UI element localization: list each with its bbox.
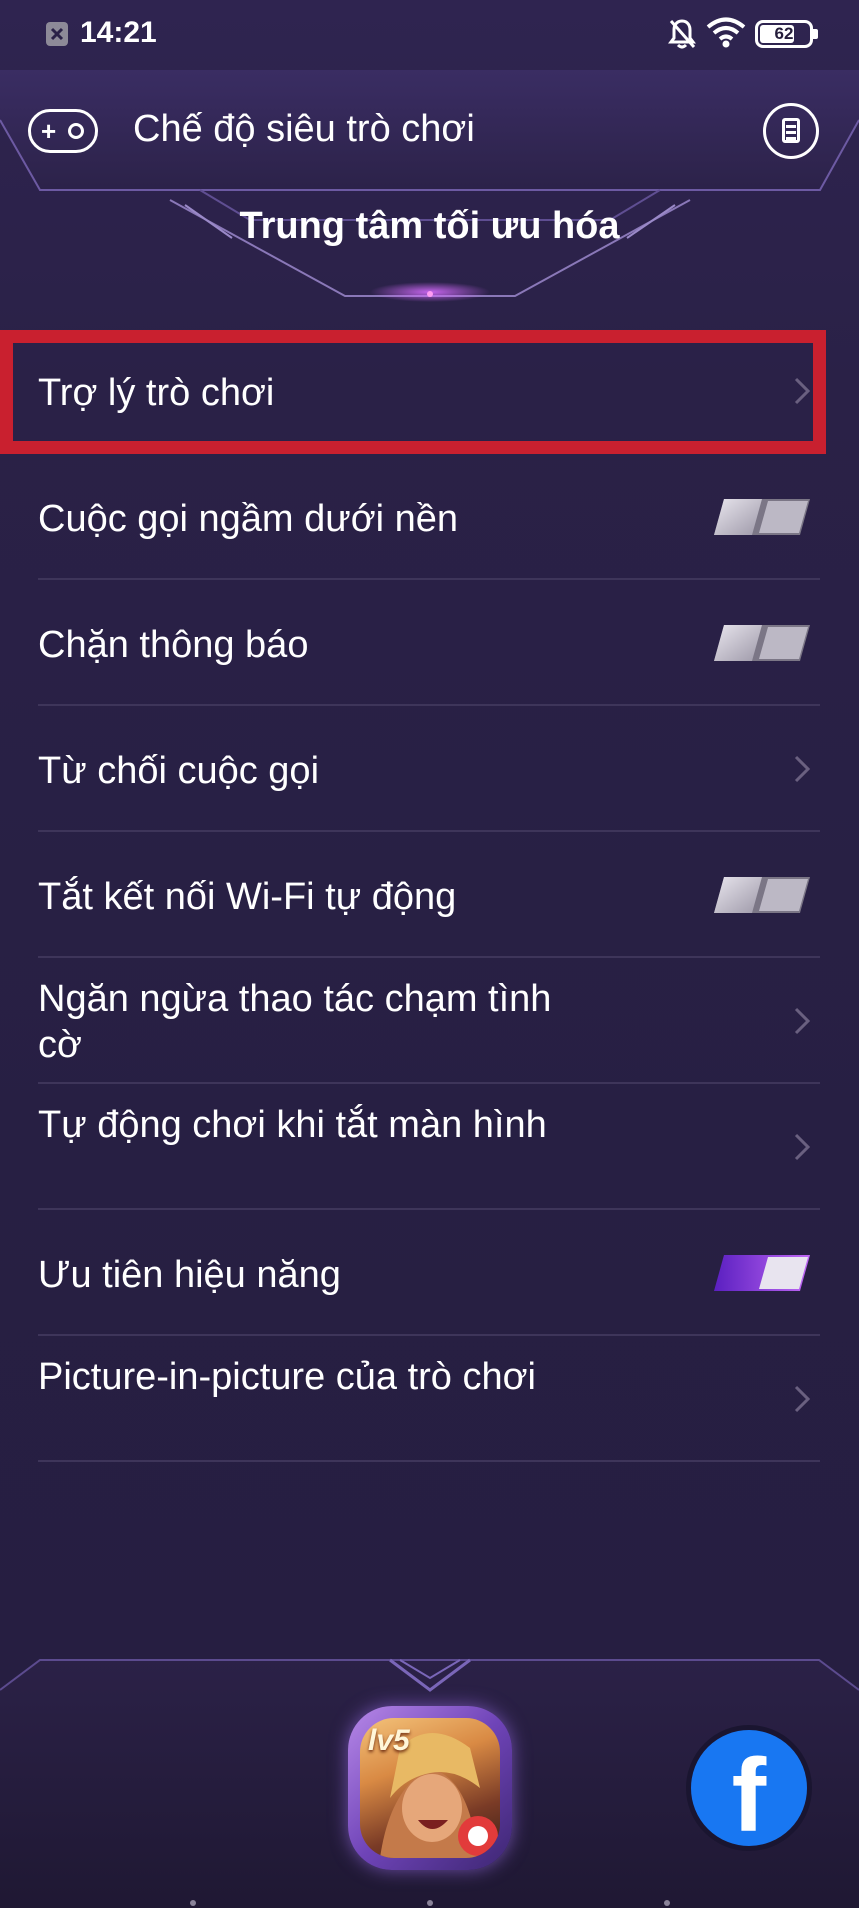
status-time: 14:21 (80, 16, 157, 49)
setting-row-game-assistant[interactable]: Trợ lý trò chơi (38, 328, 820, 454)
chevron-right-icon (794, 1385, 811, 1413)
page-indicator (190, 1900, 196, 1906)
game-app-icon[interactable]: lv5 (348, 1706, 512, 1870)
chevron-right-icon (794, 1133, 811, 1161)
wifi-icon (706, 17, 746, 48)
setting-row-background-calls[interactable]: Cuộc gọi ngầm dưới nền (38, 454, 820, 580)
notification-icon (46, 22, 68, 46)
facebook-logo: f (731, 1738, 767, 1854)
setting-label: Tắt kết nối Wi-Fi tự động (38, 876, 457, 918)
chevron-right-icon (794, 755, 811, 783)
screen: 14:21 62 + Chế độ siêu trò chơi Trung tâ… (0, 0, 859, 1908)
section-title: Trung tâm tối ưu hóa (239, 205, 620, 247)
battery-icon: 62 (755, 20, 818, 48)
setting-label: Trợ lý trò chơi (38, 372, 275, 414)
setting-row-block-notifications[interactable]: Chặn thông báo (38, 580, 820, 706)
setting-label: Chặn thông báo (38, 624, 309, 666)
toggle-switch[interactable] (714, 877, 810, 913)
bell-off-icon (668, 19, 696, 49)
toggle-switch[interactable] (714, 499, 810, 535)
battery-level: 62 (774, 24, 794, 43)
setting-row-picture-in-picture[interactable]: Picture-in-picture của trò chơi (38, 1336, 820, 1462)
setting-row-accidental-touch[interactable]: Ngăn ngừa thao tác chạm tình cờ (38, 958, 820, 1084)
setting-label: Ưu tiên hiệu năng (38, 1254, 341, 1296)
setting-label: Tự động chơi khi tắt màn hình (38, 1104, 547, 1146)
header-frame (0, 70, 859, 302)
game-mode-icon[interactable]: + (28, 109, 98, 153)
setting-row-performance-priority[interactable]: Ưu tiên hiệu năng (38, 1210, 820, 1336)
facebook-app-icon[interactable]: f (686, 1725, 812, 1854)
page-indicator (664, 1900, 670, 1906)
setting-label: Cuộc gọi ngầm dưới nền (38, 498, 459, 540)
setting-label: Từ chối cuộc gọi (38, 750, 320, 792)
chevron-right-icon (794, 377, 811, 405)
setting-row-reject-calls[interactable]: Từ chối cuộc gọi (38, 706, 820, 832)
chevron-right-icon (794, 1007, 811, 1035)
setting-row-wifi-auto-connect[interactable]: Tắt kết nối Wi-Fi tự động (38, 832, 820, 958)
game-badge: lv5 (368, 1724, 410, 1757)
header: + Chế độ siêu trò chơi Trung tâm tối ưu … (0, 70, 859, 310)
page-title: Chế độ siêu trò chơi (133, 108, 475, 150)
status-bar: 14:21 62 (0, 0, 859, 70)
toggle-switch[interactable] (714, 625, 810, 661)
page-indicator (427, 1900, 433, 1906)
toggle-switch[interactable] (714, 1255, 810, 1291)
document-icon[interactable] (763, 103, 819, 159)
setting-row-screen-off-play[interactable]: Tự động chơi khi tắt màn hình (38, 1084, 820, 1210)
setting-label: Picture-in-picture của trò chơi (38, 1356, 536, 1398)
game-dock: lv5 f (0, 1650, 859, 1908)
setting-label: Ngăn ngừa thao tác chạm tình cờ (38, 978, 552, 1066)
